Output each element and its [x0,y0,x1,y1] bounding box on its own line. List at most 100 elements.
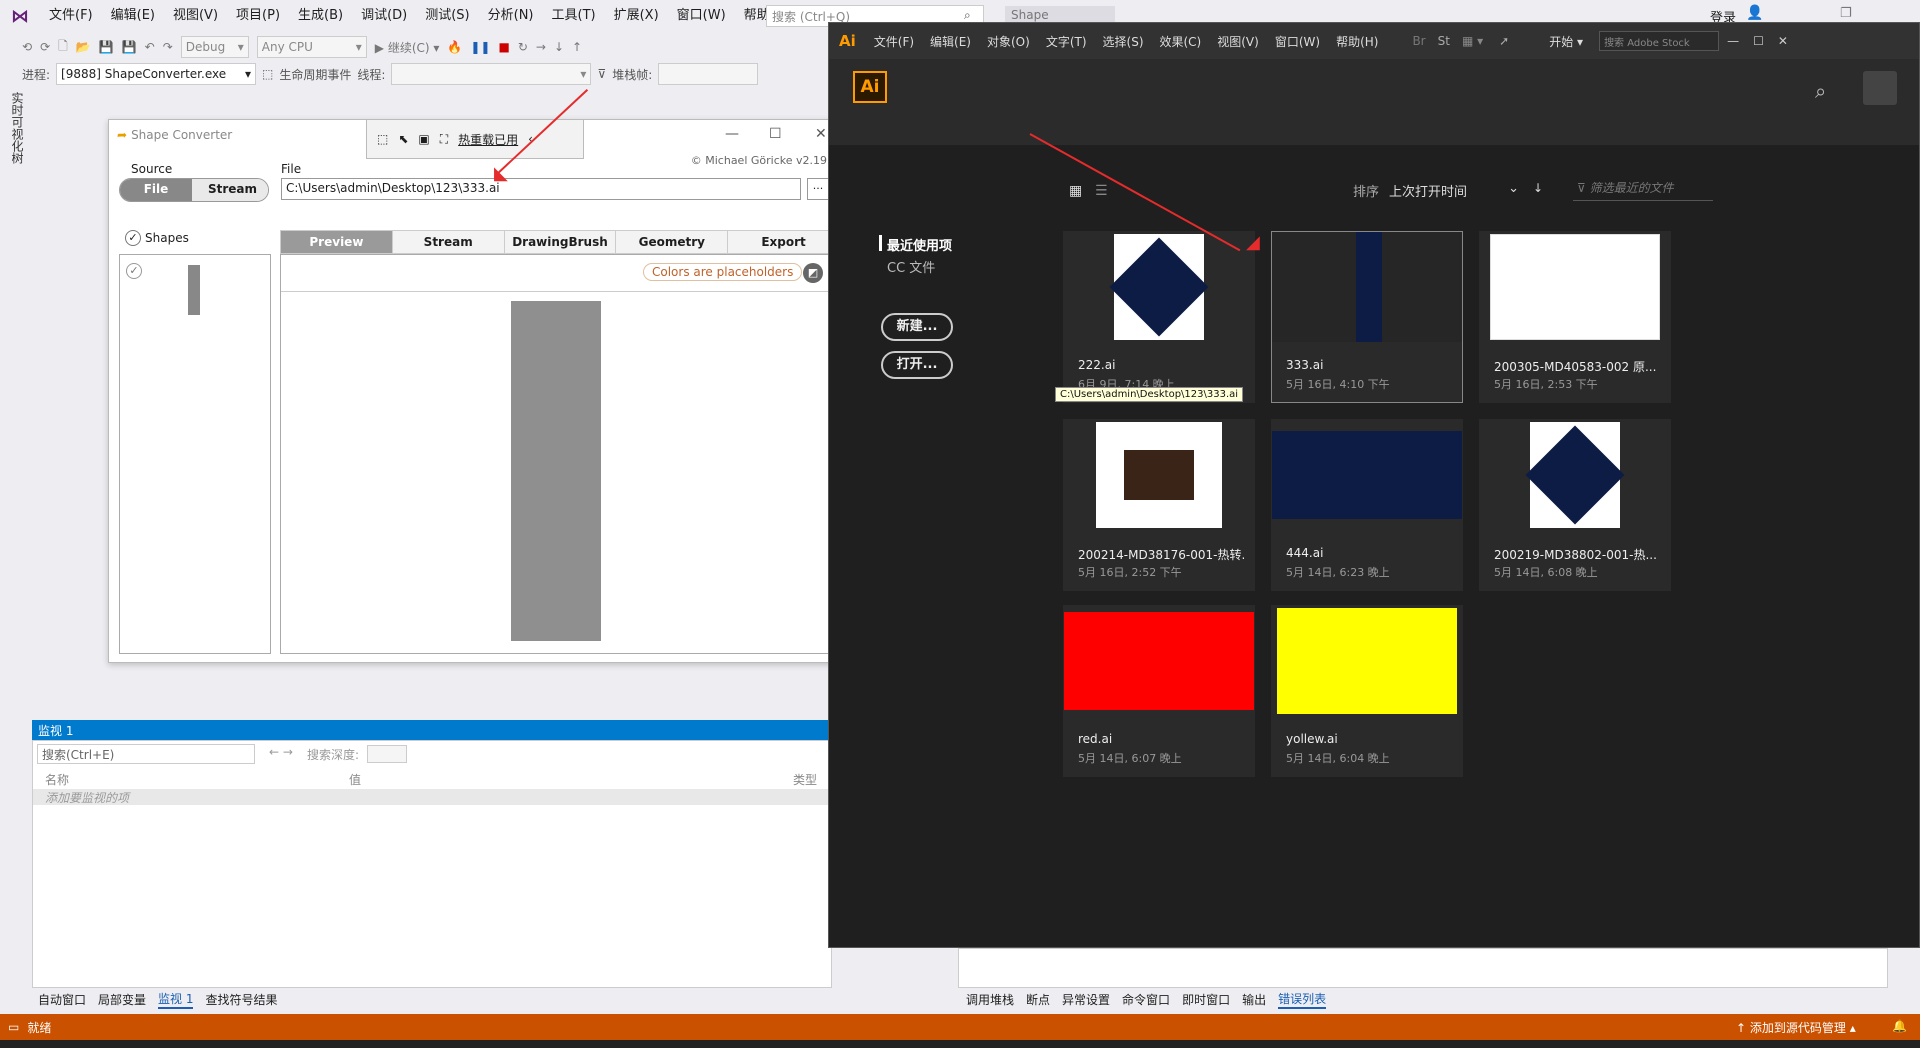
new-button[interactable]: 新建... [881,313,953,341]
menu-build[interactable]: 生成(B) [289,0,352,32]
hot-reload-label[interactable]: 热重载已用 [458,131,518,148]
maximize-icon[interactable]: ☐ [769,126,782,142]
tab-preview[interactable]: Preview [281,231,393,253]
stop-icon[interactable]: ■ [498,40,509,54]
browse-button[interactable]: ... [807,178,829,200]
tab-geometry[interactable]: Geometry [616,231,729,253]
shape-item-check-icon[interactable]: ✓ [126,263,142,279]
shape-item-thumbnail[interactable] [188,265,200,315]
ai-maximize-icon[interactable]: ☐ [1753,34,1764,48]
bridge-icon[interactable]: Br [1406,34,1431,48]
live-visual-tree-tab[interactable]: 实时可视化树 [4,92,26,182]
ai-menu-file[interactable]: 文件(F) [866,33,922,50]
restore-window-icon[interactable]: ❐ [1840,6,1852,21]
menu-analyze[interactable]: 分析(N) [479,0,543,32]
file-path-input[interactable]: C:\Users\admin\Desktop\123\333.ai [281,178,801,200]
ai-menu-help[interactable]: 帮助(H) [1328,33,1386,50]
menu-edit[interactable]: 编辑(E) [102,0,164,32]
filter-input[interactable]: ⊽ 筛选最近的文件 [1573,179,1713,201]
undo-icon[interactable]: ↶ [145,40,155,54]
pointer-icon[interactable]: ⬉ [398,132,408,146]
menu-extensions[interactable]: 扩展(X) [605,0,668,32]
ai-menu-type[interactable]: 文字(T) [1038,33,1095,50]
process-select[interactable]: [9888] ShapeConverter.exe ▾ [56,63,257,85]
watch-add-row[interactable]: 添加要监视的项 [33,789,831,805]
select-element-icon[interactable]: ⬚ [377,132,388,146]
list-view-icon[interactable]: ☰ [1095,183,1108,199]
ai-menu-select[interactable]: 选择(S) [1095,33,1152,50]
tab-call-stack[interactable]: 调用堆栈 [966,991,1014,1008]
arrange-icon[interactable]: ▦ ▾ [1456,34,1489,48]
tab-breakpoints[interactable]: 断点 [1026,991,1050,1008]
redo-icon[interactable]: ↷ [163,40,173,54]
thread-select[interactable]: ▾ [391,63,592,85]
nav-arrows-icon[interactable]: ← → [269,745,293,759]
tab-drawingbrush[interactable]: DrawingBrush [504,231,617,253]
stock-icon[interactable]: St [1432,34,1456,48]
lifecycle-events[interactable]: 生命周期事件 [279,66,351,83]
close-icon[interactable]: ✕ [815,126,827,142]
ai-menu-object[interactable]: 对象(O) [979,33,1038,50]
tab-watch1[interactable]: 监视 1 [158,990,194,1009]
grid-view-icon[interactable]: ▦ [1069,183,1082,199]
save-icon[interactable]: 💾 [99,40,114,54]
tab-find-symbol[interactable]: 查找符号结果 [205,991,277,1008]
menu-tools[interactable]: 工具(T) [543,0,605,32]
ai-menu-view[interactable]: 视图(V) [1209,33,1267,50]
menu-view[interactable]: 视图(V) [164,0,227,32]
recent-file-card[interactable]: 444.ai 5月 14日, 6:23 晚上 [1271,419,1463,591]
open-icon[interactable]: 📂 [76,40,91,54]
shapes-check-icon[interactable]: ✓ [125,230,141,246]
tab-autos[interactable]: 自动窗口 [38,991,86,1008]
nav-recent[interactable]: 最近使用项 [887,235,952,254]
recent-file-card[interactable]: 333.ai 5月 16日, 4:10 下午 [1271,231,1463,403]
platform-select[interactable]: Any CPU ▾ [256,36,367,58]
user-icon[interactable]: 👤 [1746,5,1763,21]
background-toggle-icon[interactable]: ◩ [803,263,823,283]
nav-cc-files[interactable]: CC 文件 [887,257,935,276]
tab-locals[interactable]: 局部变量 [98,991,146,1008]
recent-file-card[interactable]: 200219-MD38802-001-热... 5月 14日, 6:08 晚上 [1479,419,1671,591]
sort-direction-icon[interactable]: ↓ [1533,181,1543,195]
sort-select[interactable]: 上次打开时间 ⌄ [1389,181,1519,200]
add-source-control-button[interactable]: ↑ 添加到源代码管理 ▴ [1736,1019,1856,1036]
recent-file-card[interactable]: yollew.ai 5月 14日, 6:04 晚上 [1271,605,1463,777]
recent-file-card[interactable]: 222.ai 6月 9日, 7:14 晚上 [1063,231,1255,403]
notification-icon[interactable]: 🔔 [1892,1019,1907,1033]
menu-project[interactable]: 项目(P) [227,0,289,32]
workspace-start[interactable]: 开始 ▾ [1549,33,1583,50]
tab-export[interactable]: Export [728,231,839,253]
ai-menu-edit[interactable]: 编辑(E) [922,33,979,50]
ai-close-icon[interactable]: ✕ [1778,34,1788,48]
stackframe-select[interactable] [658,63,759,85]
step-over-icon[interactable]: → [536,40,546,54]
restart-icon[interactable]: ↻ [518,40,528,54]
recent-file-card[interactable]: 200214-MD38176-001-热转... 5月 16日, 2:52 下午 [1063,419,1255,591]
ai-search-icon[interactable]: ⌕ [1815,79,1826,103]
back-icon[interactable]: ⟲ [22,40,32,54]
step-out-icon[interactable]: ↑ [572,40,582,54]
minimize-icon[interactable]: — [725,126,739,142]
visual-studio-logo-icon[interactable]: ⋈ [0,0,40,32]
tab-exception-settings[interactable]: 异常设置 [1062,991,1110,1008]
tab-error-list[interactable]: 错误列表 [1278,990,1327,1009]
config-select[interactable]: Debug ▾ [180,36,249,58]
tab-output[interactable]: 输出 [1242,991,1266,1008]
recent-file-card[interactable]: 200305-MD40583-002 原... 5月 16日, 2:53 下午 [1479,231,1671,403]
lifecycle-icon[interactable]: ⬚ [262,67,273,81]
menu-window[interactable]: 窗口(W) [668,0,735,32]
save-all-icon[interactable]: 💾 [122,40,137,54]
layout-adorner-icon[interactable]: ▣ [418,132,429,146]
ai-menu-window[interactable]: 窗口(W) [1267,33,1328,50]
avatar[interactable] [1863,71,1897,105]
watch-search-input[interactable]: 搜索(Ctrl+E) [37,744,255,764]
tab-stream[interactable]: Stream [392,231,505,253]
stream-toggle-button[interactable]: Stream [192,179,268,201]
tab-immediate[interactable]: 即时窗口 [1182,991,1230,1008]
menu-debug[interactable]: 调试(D) [352,0,416,32]
pause-icon[interactable]: ❚❚ [470,40,490,54]
recent-file-card[interactable]: red.ai 5月 14日, 6:07 晚上 [1063,605,1255,777]
ai-menu-effect[interactable]: 效果(C) [1152,33,1210,50]
filter-icon[interactable]: ⊽ [597,67,606,81]
search-depth-select[interactable] [367,745,407,763]
